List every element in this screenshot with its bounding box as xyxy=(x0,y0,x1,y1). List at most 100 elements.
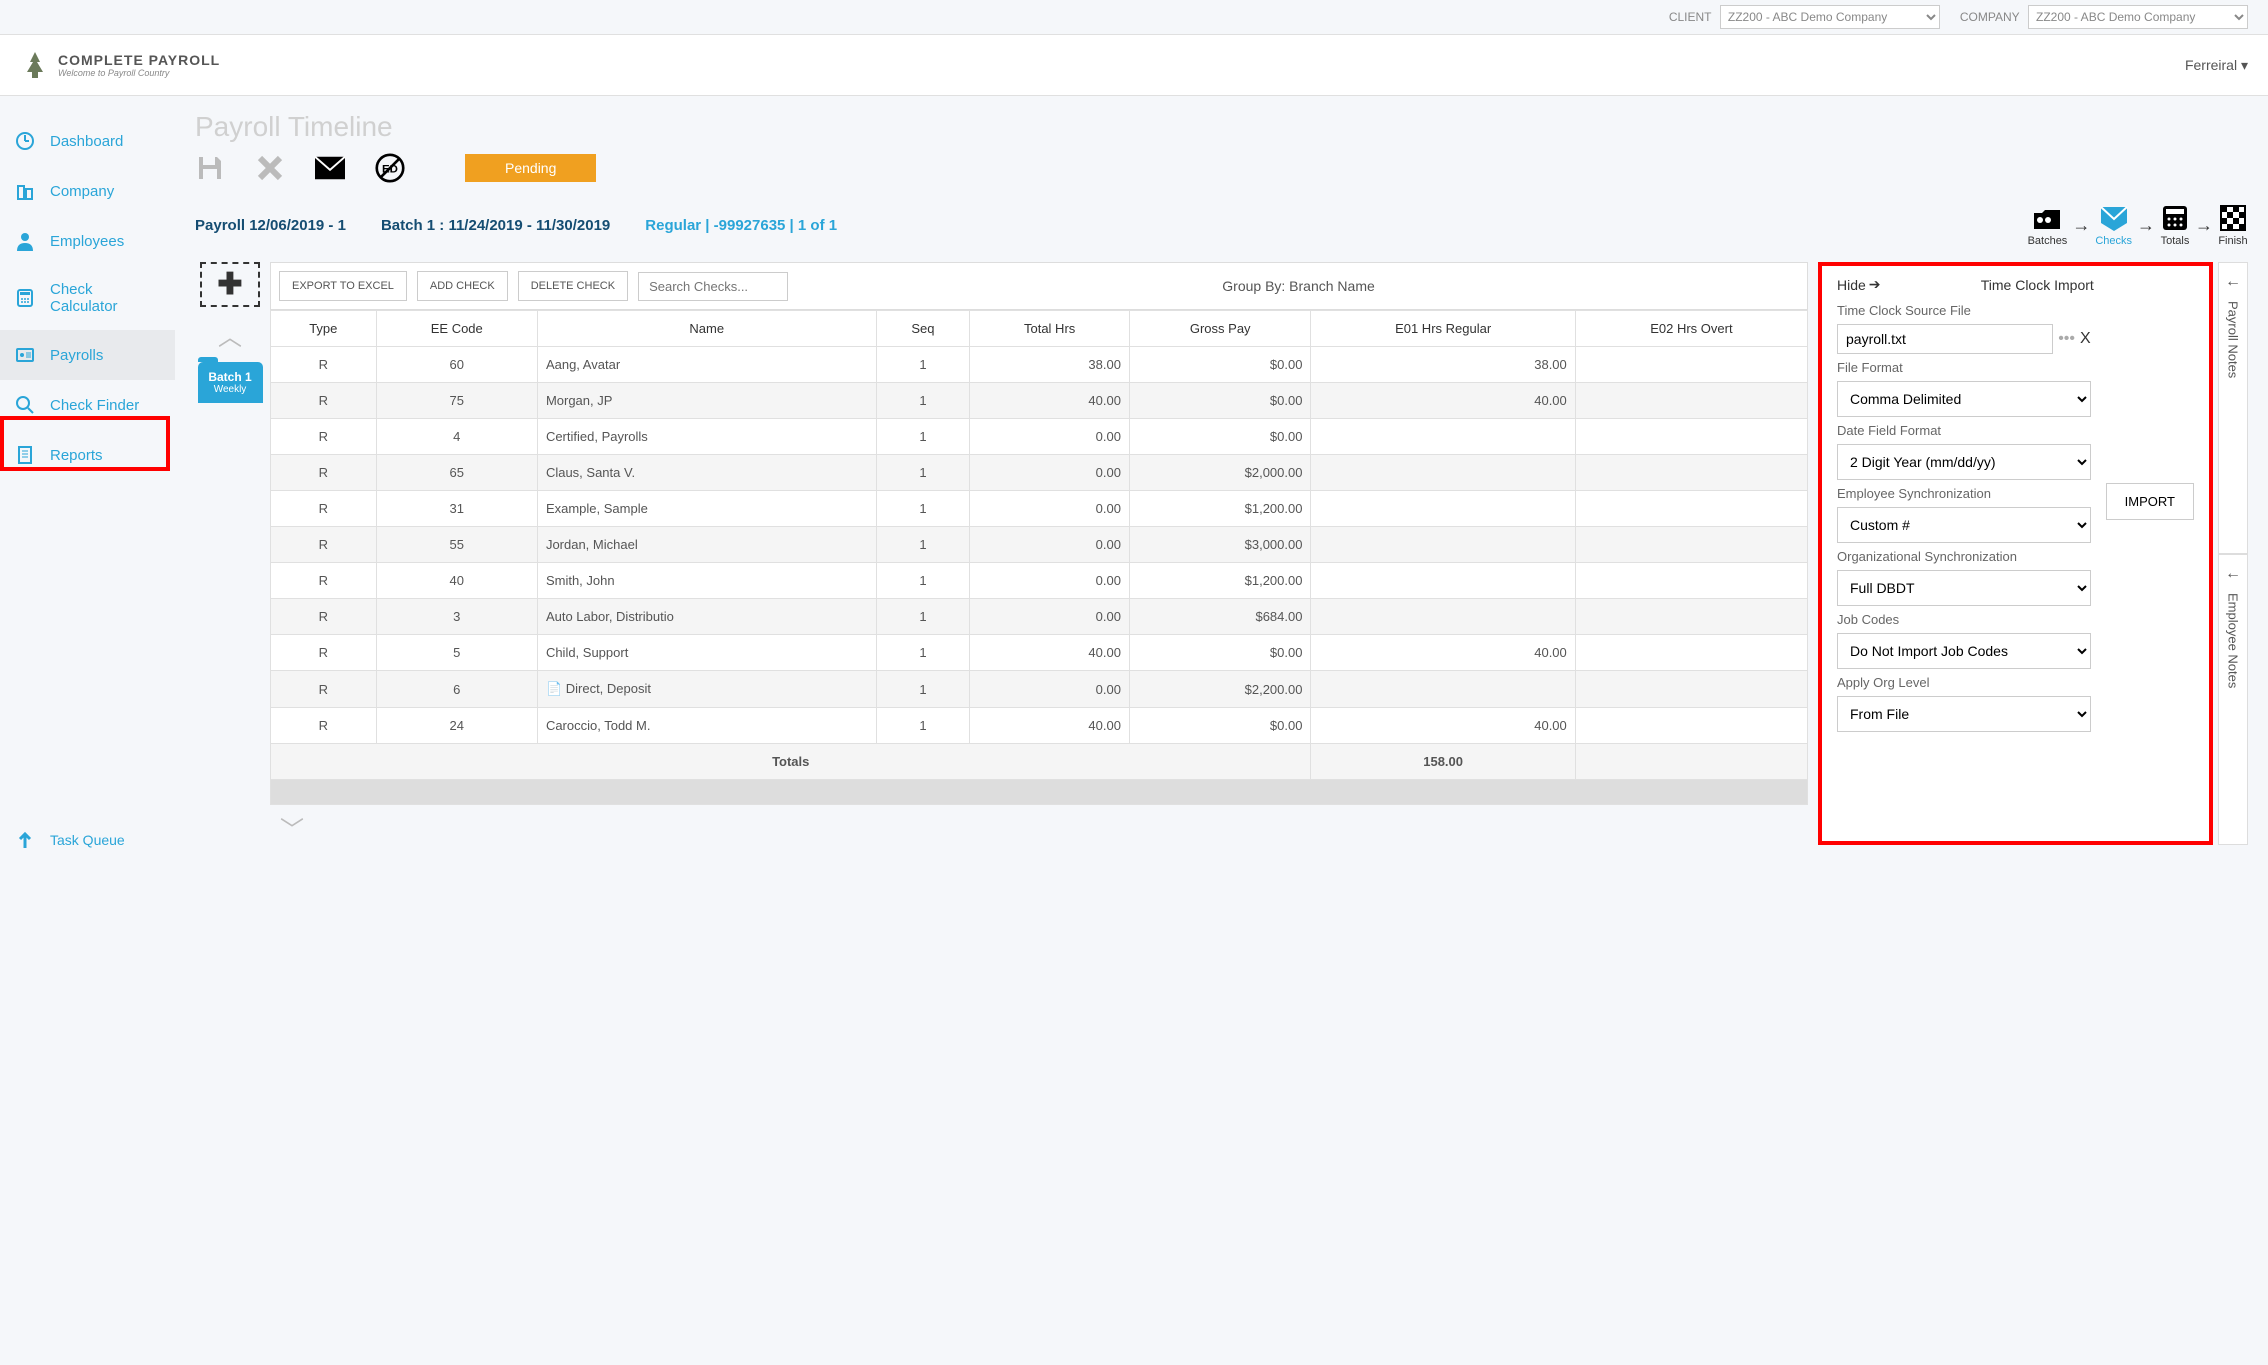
sidebar-item-check-calculator[interactable]: Check Calculator xyxy=(0,266,175,330)
groupby-label: Group By: Branch Name xyxy=(798,278,1799,294)
chevron-down-icon[interactable]: ﹀ xyxy=(280,810,304,845)
org-sync-select[interactable]: Full DBDT xyxy=(1837,570,2091,606)
sidebar-item-dashboard[interactable]: Dashboard xyxy=(0,116,175,166)
job-codes-select[interactable]: Do Not Import Job Codes xyxy=(1837,633,2091,669)
sidebar-item-label: Reports xyxy=(50,447,103,464)
employee-notes-rail[interactable]: ←Employee Notes xyxy=(2218,554,2248,846)
table-toolbar: EXPORT TO EXCEL ADD CHECK DELETE CHECK G… xyxy=(270,262,1808,310)
sidebar-item-payrolls[interactable]: Payrolls xyxy=(0,330,175,380)
company-selector: COMPANY ZZ200 - ABC Demo Company xyxy=(1960,5,2248,29)
column-header[interactable]: Type xyxy=(271,311,377,347)
table-cell xyxy=(1575,419,1807,455)
sidebar-item-label: Check Calculator xyxy=(50,281,160,315)
table-cell: 31 xyxy=(376,491,537,527)
user-menu[interactable]: Ferreiral ▾ xyxy=(2185,57,2248,74)
browse-icon[interactable]: ••• xyxy=(2058,330,2075,348)
breadcrumb-check: Regular | -99927635 | 1 of 1 xyxy=(645,217,837,234)
ed-icon[interactable]: ED xyxy=(375,153,405,183)
sidebar-item-reports[interactable]: Reports xyxy=(0,430,175,480)
company-select[interactable]: ZZ200 - ABC Demo Company xyxy=(2028,5,2248,29)
sidebar-item-employees[interactable]: Employees xyxy=(0,216,175,266)
column-header[interactable]: E01 Hrs Regular xyxy=(1311,311,1575,347)
table-cell xyxy=(1311,491,1575,527)
totals-icon xyxy=(2160,203,2190,233)
emp-sync-select[interactable]: Custom # xyxy=(1837,507,2091,543)
table-cell: 38.00 xyxy=(970,347,1130,383)
email-icon[interactable] xyxy=(315,153,345,183)
sidebar-item-company[interactable]: Company xyxy=(0,166,175,216)
table-cell: 75 xyxy=(376,383,537,419)
import-button[interactable]: IMPORT xyxy=(2106,483,2194,520)
column-header[interactable]: Total Hrs xyxy=(970,311,1130,347)
employees-icon xyxy=(15,231,35,251)
table-cell: 60 xyxy=(376,347,537,383)
task-queue[interactable]: Task Queue xyxy=(0,815,140,865)
table-row[interactable]: R75Morgan, JP140.00$0.0040.00 xyxy=(271,383,1808,419)
column-header[interactable]: Seq xyxy=(876,311,970,347)
table-area: EXPORT TO EXCEL ADD CHECK DELETE CHECK G… xyxy=(270,262,1808,845)
column-header[interactable]: Name xyxy=(537,311,876,347)
column-header[interactable]: EE Code xyxy=(376,311,537,347)
payroll-notes-rail[interactable]: ←Payroll Notes xyxy=(2218,262,2248,554)
table-cell: Auto Labor, Distributio xyxy=(537,599,876,635)
table-cell xyxy=(1311,419,1575,455)
table-cell: 0.00 xyxy=(970,563,1130,599)
table-cell xyxy=(1575,491,1807,527)
column-header[interactable]: Gross Pay xyxy=(1129,311,1311,347)
add-check-button[interactable]: ADD CHECK xyxy=(417,271,508,301)
table-cell: $0.00 xyxy=(1129,347,1311,383)
date-format-select[interactable]: 2 Digit Year (mm/dd/yy) xyxy=(1837,444,2091,480)
table-cell: 24 xyxy=(376,708,537,744)
hide-link[interactable]: Hide ➔ xyxy=(1837,276,1881,293)
delete-check-button[interactable]: DELETE CHECK xyxy=(518,271,628,301)
table-cell xyxy=(1575,635,1807,671)
save-icon[interactable] xyxy=(195,153,225,183)
clear-icon[interactable]: X xyxy=(2080,330,2091,348)
job-codes-label: Job Codes xyxy=(1837,612,2091,627)
table-cell: 1 xyxy=(876,491,970,527)
table-cell: 0.00 xyxy=(970,671,1130,708)
table-row[interactable]: R6📄 Direct, Deposit10.00$2,200.00 xyxy=(271,671,1808,708)
table-cell: 4 xyxy=(376,419,537,455)
table-cell: $2,000.00 xyxy=(1129,455,1311,491)
search-input[interactable] xyxy=(638,272,788,301)
chevron-up-icon[interactable]: ︿ xyxy=(218,317,242,352)
table-cell: 0.00 xyxy=(970,491,1130,527)
calculator-icon xyxy=(15,288,35,308)
table-row[interactable]: R60Aang, Avatar138.00$0.0038.00 xyxy=(271,347,1808,383)
table-row[interactable]: R31Example, Sample10.00$1,200.00 xyxy=(271,491,1808,527)
table-row[interactable]: R5Child, Support140.00$0.0040.00 xyxy=(271,635,1808,671)
table-cell: $2,200.00 xyxy=(1129,671,1311,708)
flow-step-totals[interactable]: Totals xyxy=(2160,203,2190,247)
column-header[interactable]: E02 Hrs Overt xyxy=(1575,311,1807,347)
source-file-input[interactable] xyxy=(1837,324,2053,354)
table-cell: 1 xyxy=(876,599,970,635)
export-button[interactable]: EXPORT TO EXCEL xyxy=(279,271,407,301)
table-row[interactable]: R55Jordan, Michael10.00$3,000.00 xyxy=(271,527,1808,563)
flow-step-checks[interactable]: Checks xyxy=(2095,203,2132,247)
client-select[interactable]: ZZ200 - ABC Demo Company xyxy=(1720,5,1940,29)
table-cell xyxy=(1311,599,1575,635)
task-queue-label: Task Queue xyxy=(50,832,125,848)
table-cell: 1 xyxy=(876,455,970,491)
file-format-select[interactable]: Comma Delimited xyxy=(1837,381,2091,417)
table-row[interactable]: R4Certified, Payrolls10.00$0.00 xyxy=(271,419,1808,455)
close-icon[interactable] xyxy=(255,153,285,183)
add-batch-button[interactable]: ✚ xyxy=(200,262,260,307)
table-row[interactable]: R3Auto Labor, Distributio10.00$684.00 xyxy=(271,599,1808,635)
arrow-right-icon: ➔ xyxy=(1869,276,1881,293)
table-cell: Claus, Santa V. xyxy=(537,455,876,491)
table-row[interactable]: R24Caroccio, Todd M.140.00$0.0040.00 xyxy=(271,708,1808,744)
apply-org-select[interactable]: From File xyxy=(1837,696,2091,732)
batch-tab[interactable]: Batch 1 Weekly xyxy=(198,362,263,403)
table-cell: 1 xyxy=(876,419,970,455)
table-row[interactable]: R65Claus, Santa V.10.00$2,000.00 xyxy=(271,455,1808,491)
arrow-icon: → xyxy=(2072,215,2090,236)
table-cell: 40 xyxy=(376,563,537,599)
dashboard-icon xyxy=(15,131,35,151)
sidebar-item-check-finder[interactable]: Check Finder xyxy=(0,380,175,430)
flow-step-batches[interactable]: Batches xyxy=(2028,203,2068,247)
flow-step-finish[interactable]: Finish xyxy=(2218,203,2248,247)
table-cell: 55 xyxy=(376,527,537,563)
table-row[interactable]: R40Smith, John10.00$1,200.00 xyxy=(271,563,1808,599)
